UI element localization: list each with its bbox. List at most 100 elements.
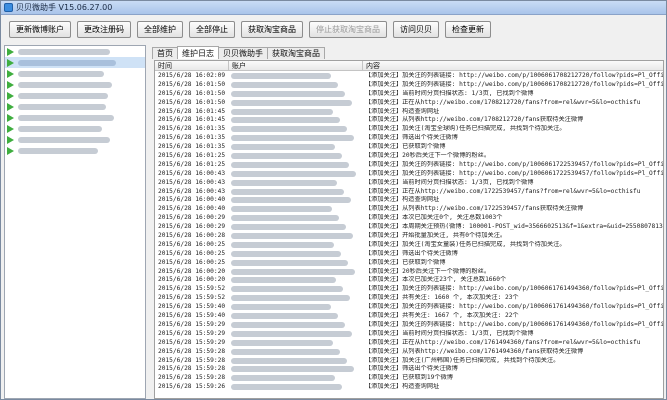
log-account (231, 268, 355, 275)
log-content: 【添加关注】加关注的列表链接: http://weibo.com/p/10060… (365, 303, 663, 311)
log-row[interactable]: 2015/6/28 16:00:43 【添加关注】当前时间分页扫描状态: 1/3页… (155, 179, 663, 188)
account-item[interactable] (5, 123, 145, 134)
log-row[interactable]: 2015/6/28 16:00:28 【添加关注】开始批量加关注, 共有0个待加关… (155, 232, 663, 241)
app-window: 贝贝微助手 V15.06.27.00 更新微博账户 更改注册码 全部维护 全部停… (0, 0, 667, 400)
log-table[interactable]: 时间 账户 内容 2015/6/28 16:02:09 【添加关注】加关注的列表链… (154, 60, 664, 399)
log-row[interactable]: 2015/6/28 16:00:25 【添加关注】加关注(淘宝女童装)任务已扫描完… (155, 241, 663, 250)
stop-fetch-taobao-button[interactable]: 停止获取淘宝商品 (309, 21, 387, 38)
log-row[interactable]: 2015/6/28 16:00:25 【添加关注】筛选出个待关注微博 (155, 250, 663, 259)
log-row[interactable]: 2015/6/28 15:59:29 【添加关注】加关注的列表链接: http:/… (155, 321, 663, 330)
log-row[interactable]: 2015/6/28 15:59:40 【添加关注】共有关注: 1667 个, 本次… (155, 312, 663, 321)
log-account (231, 250, 351, 257)
tab-beibei-assistant[interactable]: 贝贝微助手 (218, 47, 268, 59)
maintain-all-button[interactable]: 全部维护 (137, 21, 183, 38)
redacted-account-name (231, 224, 346, 231)
title-bar[interactable]: 贝贝微助手 V15.06.27.00 (1, 1, 666, 15)
account-item[interactable] (5, 134, 145, 145)
tab-maintenance-log[interactable]: 维护日志 (177, 46, 219, 59)
log-row[interactable]: 2015/6/28 16:01:50 【添加关注】加关注的列表链接: http:/… (155, 81, 663, 90)
tab-fetch-taobao[interactable]: 获取淘宝商品 (267, 47, 325, 59)
log-time: 2015/6/28 15:59:40 (158, 312, 226, 320)
log-row[interactable]: 2015/6/28 16:01:35 【添加关注】已获取到个微博 (155, 143, 663, 152)
log-row[interactable]: 2015/6/28 16:01:35 【添加关注】加关注(淘宝全球购)任务已扫描完… (155, 125, 663, 134)
log-row[interactable]: 2015/6/28 16:00:29 【添加关注】本周期关注预热(微博: 1000… (155, 223, 663, 232)
log-row[interactable]: 2015/6/28 16:01:25 【添加关注】20秒后关注下一个微博的粉丝。 (155, 152, 663, 161)
log-row[interactable]: 2015/6/28 16:01:45 【添加关注】构造查询网址 (155, 108, 663, 117)
log-row[interactable]: 2015/6/28 15:59:52 【添加关注】共有关注: 1660 个, 本次… (155, 294, 663, 303)
log-row[interactable]: 2015/6/28 15:59:28 【添加关注】已获取到19个微博 (155, 374, 663, 383)
tab-home[interactable]: 首页 (152, 47, 178, 59)
redacted-account-name (231, 126, 347, 133)
change-code-button[interactable]: 更改注册码 (77, 21, 131, 38)
log-content: 【添加关注】从列表http://weibo.com/1761494360/fan… (365, 347, 584, 355)
log-time: 2015/6/28 15:59:29 (158, 338, 226, 346)
fetch-taobao-button[interactable]: 获取淘宝商品 (241, 21, 303, 38)
log-account (231, 313, 351, 320)
log-row[interactable]: 2015/6/28 15:59:28 【添加关注】筛选出个待关注微博 (155, 365, 663, 374)
log-row[interactable]: 2015/6/28 16:01:35 【添加关注】筛选出个待关注微博 (155, 134, 663, 143)
log-row[interactable]: 2015/6/28 15:59:52 【添加关注】加关注的列表链接: http:/… (155, 285, 663, 294)
log-time: 2015/6/28 16:01:25 (158, 160, 226, 168)
log-account (231, 161, 351, 168)
account-item[interactable] (5, 46, 145, 57)
redacted-account-name (231, 286, 343, 293)
log-account (231, 81, 351, 88)
log-row[interactable]: 2015/6/28 16:01:25 【添加关注】加关注的列表链接: http:/… (155, 161, 663, 170)
log-content: 【添加关注】本周期关注预热(微博: 100001-POST_wid=356660… (365, 223, 663, 231)
log-row[interactable]: 2015/6/28 16:01:50 【添加关注】当前时间分页扫描状态: 1/3页… (155, 90, 663, 99)
visit-beibei-button[interactable]: 访问贝贝 (393, 21, 439, 38)
account-item[interactable] (5, 101, 145, 112)
account-item[interactable] (5, 112, 145, 123)
log-row[interactable]: 2015/6/28 15:59:29 【添加关注】当前时间分页扫描状态: 1/3页… (155, 330, 663, 339)
check-update-button[interactable]: 检查更新 (445, 21, 491, 38)
account-list[interactable] (4, 45, 146, 399)
log-time: 2015/6/28 16:00:20 (158, 267, 226, 275)
account-item[interactable] (5, 57, 145, 68)
log-row[interactable]: 2015/6/28 16:00:29 【添加关注】本次已加关注0个, 关注总数10… (155, 214, 663, 223)
log-time: 2015/6/28 16:00:25 (158, 258, 226, 266)
log-row[interactable]: 2015/6/28 15:59:28 【添加关注】加关注(广州韩国)任务已扫描完成… (155, 357, 663, 366)
log-content: 【添加关注】当前时间分页扫描状态: 1/3页, 已找到个微博 (365, 329, 534, 337)
redacted-account-name (231, 153, 342, 160)
redacted-account-name (231, 384, 342, 391)
tab-bar: 首页 维护日志 贝贝微助手 获取淘宝商品 (152, 46, 325, 59)
log-row[interactable]: 2015/6/28 15:59:26 【添加关注】构造查询网址 (155, 383, 663, 392)
log-row[interactable]: 2015/6/28 16:00:40 【添加关注】从列表http://weibo.… (155, 205, 663, 214)
log-row[interactable]: 2015/6/28 15:59:28 【添加关注】从列表http://weibo.… (155, 348, 663, 357)
account-item[interactable] (5, 90, 145, 101)
log-row[interactable]: 2015/6/28 16:00:20 【添加关注】本次已加关注23个, 关注总数1… (155, 276, 663, 285)
log-row[interactable]: 2015/6/28 16:00:43 【添加关注】加关注的列表链接: http:/… (155, 170, 663, 179)
account-item[interactable] (5, 68, 145, 79)
log-row[interactable]: 2015/6/28 16:01:45 【添加关注】从列表http://weibo.… (155, 116, 663, 125)
log-row[interactable]: 2015/6/28 16:00:25 【添加关注】已获取到个微博 (155, 259, 663, 268)
column-header-content[interactable]: 内容 (363, 61, 663, 71)
log-row[interactable]: 2015/6/28 15:59:40 【添加关注】加关注的列表链接: http:/… (155, 303, 663, 312)
account-item[interactable] (5, 79, 145, 90)
log-row[interactable]: 2015/6/28 15:59:29 【添加关注】正在从http://weibo.… (155, 339, 663, 348)
log-row[interactable]: 2015/6/28 16:01:50 【添加关注】正在从http://weibo.… (155, 99, 663, 108)
redacted-account-name (231, 197, 351, 204)
log-account (231, 286, 351, 293)
log-content: 【添加关注】本次已加关注0个, 关注总数1003个 (365, 214, 503, 222)
log-content: 【添加关注】筛选出个待关注微博 (365, 134, 458, 142)
account-item[interactable] (5, 145, 145, 156)
log-content: 【添加关注】本次已加关注23个, 关注总数1660个 (365, 276, 507, 284)
log-account (231, 126, 351, 133)
log-time: 2015/6/28 15:59:52 (158, 285, 226, 293)
stop-all-button[interactable]: 全部停止 (189, 21, 235, 38)
redacted-account-name (231, 330, 352, 337)
redacted-account-name (18, 103, 106, 110)
log-time: 2015/6/28 16:01:50 (158, 98, 226, 106)
app-icon (4, 3, 13, 12)
column-header-account[interactable]: 账户 (229, 61, 363, 71)
column-header-time[interactable]: 时间 (155, 61, 229, 71)
log-row[interactable]: 2015/6/28 16:00:40 【添加关注】构造查询网址 (155, 196, 663, 205)
update-accounts-button[interactable]: 更新微博账户 (9, 21, 71, 38)
play-icon (7, 91, 14, 100)
log-time: 2015/6/28 15:59:52 (158, 294, 226, 302)
log-account (231, 90, 351, 97)
log-row[interactable]: 2015/6/28 16:00:43 【添加关注】正在从http://weibo.… (155, 188, 663, 197)
log-row[interactable]: 2015/6/28 16:00:20 【添加关注】20秒后关注下一个微博的粉丝。 (155, 268, 663, 277)
log-row[interactable]: 2015/6/28 16:02:09 【添加关注】加关注的列表链接: http:/… (155, 72, 663, 81)
log-account (231, 153, 351, 160)
